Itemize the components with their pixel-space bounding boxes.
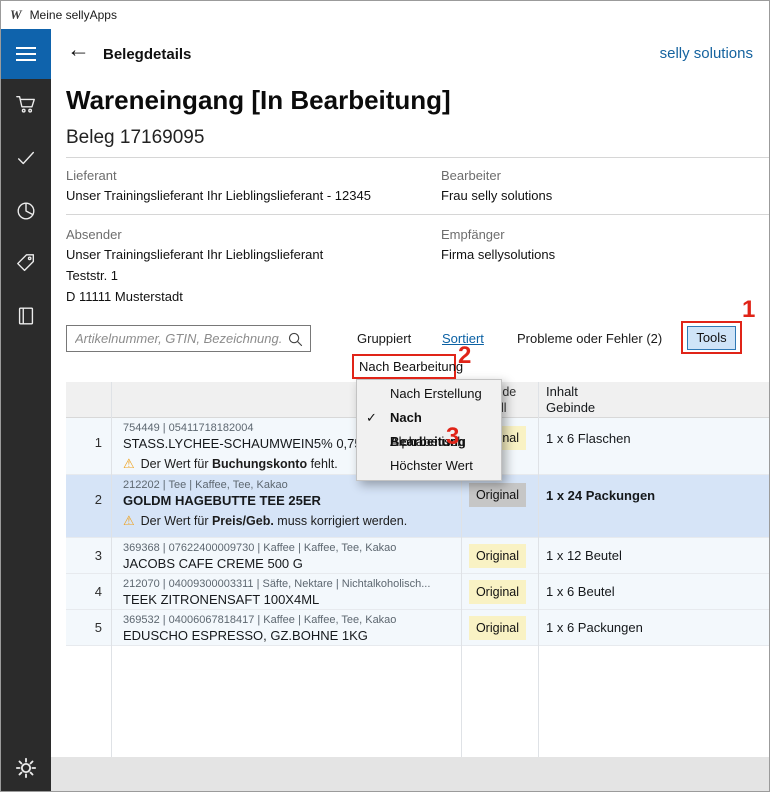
hamburger-menu-button[interactable] [1,29,51,79]
menu-item-alphabetisch[interactable]: Alphabetisch [357,430,501,454]
table-row-selected[interactable]: 2 212202 | Tee | Kaffee, Tee, Kakao GOLD… [66,475,770,538]
sidebar [1,29,51,792]
status-badge: Original [469,580,526,604]
article-cell: 212070 | 04009300003311 | Säfte, Nektare… [111,574,461,609]
pie-chart-icon [15,200,37,222]
sidebar-item-ledger[interactable] [1,297,51,335]
sidebar-item-cart[interactable] [1,85,51,123]
table-gridline [111,382,112,757]
title-bar: W Meine sellyApps [1,1,769,29]
article-name: GOLDM HAGEBUTTE TEE 25ER [123,492,461,509]
inhalt-value: 1 x 24 Packungen [538,475,770,537]
app-window: W Meine sellyApps [0,0,770,792]
back-button[interactable]: ← [67,38,90,61]
document-title: Wareneingang [In Bearbeitung] [66,85,451,116]
cart-icon [15,93,37,115]
brand-link[interactable]: selly solutions [660,45,753,62]
article-meta: 369532 | 04006067818417 | Kaffee | Kaffe… [123,614,461,627]
warning-icon: ⚠ [123,456,135,471]
article-name: TEEK ZITRONENSAFT 100X4ML [123,591,461,608]
annotation-box-2: Nach Bearbeitung [352,354,456,379]
bearbeiter-label: Bearbeiter [441,168,501,183]
annotation-number-3: 3 [446,425,459,449]
document-subtitle: Beleg 17169095 [66,127,204,149]
article-meta: 212070 | 04009300003311 | Säfte, Nektare… [123,578,461,591]
absender-line: Unser Trainingslieferant Ihr Lieblingsli… [66,247,323,262]
row-number: 5 [66,610,111,645]
table-row[interactable]: 5 369532 | 04006067818417 | Kaffee | Kaf… [66,610,770,646]
empfaenger-label: Empfänger [441,227,505,242]
menu-item-nach-bearbeitung[interactable]: ✓ Nach Bearbeitung [357,406,501,430]
book-icon [15,305,37,327]
absender-line: Teststr. 1 [66,268,118,283]
article-cell: 212202 | Tee | Kaffee, Tee, Kakao GOLDM … [111,475,461,537]
sidebar-item-settings[interactable] [1,749,51,787]
inhalt-value: 1 x 6 Packungen [538,610,770,645]
absender-label: Absender [66,227,122,242]
row-number: 1 [66,418,111,474]
sidebar-item-tags[interactable] [1,244,51,282]
bottom-bar [51,757,770,792]
inhalt-value: 1 x 6 Beutel [538,574,770,609]
check-icon [15,147,37,169]
annotation-number-1: 1 [742,298,755,322]
table-gridline [538,382,539,757]
row-number: 2 [66,475,111,537]
article-name: JACOBS CAFE CREME 500 G [123,555,461,572]
lieferant-label: Lieferant [66,168,117,183]
bearbeiter-value: Frau selly solutions [441,188,552,203]
empfaenger-value: Firma sellysolutions [441,247,555,262]
col-inhalt-gebinde: Inhalt Gebinde [538,382,770,417]
inhalt-value: 1 x 12 Beutel [538,538,770,573]
menu-item-hoechster-wert[interactable]: Höchster Wert [357,454,501,478]
sidebar-item-tasks[interactable] [1,139,51,177]
table-row[interactable]: 3 369368 | 07622400009730 | Kaffee | Kaf… [66,538,770,574]
warning-icon: ⚠ [123,513,135,528]
row-number: 4 [66,574,111,609]
absender-line: D 11111 Musterstadt [66,289,183,304]
status-badge: Original [469,483,526,507]
probleme-button[interactable]: Probleme oder Fehler (2) [517,331,662,346]
page-title: Belegdetails [103,46,191,63]
divider [66,157,770,158]
tag-icon [15,252,37,274]
gear-icon [15,757,37,779]
gruppiert-button[interactable]: Gruppiert [357,331,411,346]
hamburger-icon [16,47,36,49]
sort-mode-selector[interactable]: Nach Bearbeitung [359,359,463,374]
row-number: 3 [66,538,111,573]
status-badge: Original [469,544,526,568]
app-logo-icon: W [10,7,22,23]
divider [66,214,770,215]
tools-button[interactable]: Tools [687,326,736,350]
table-row[interactable]: 4 212070 | 04009300003311 | Säfte, Nekta… [66,574,770,610]
search-box [66,325,311,352]
article-name: EDUSCHO ESPRESSO, GZ.BOHNE 1KG [123,627,461,644]
lieferant-value: Unser Trainingslieferant Ihr Lieblingsli… [66,188,371,203]
menu-item-nach-erstellung[interactable]: Nach Erstellung [357,382,501,406]
article-cell: 369532 | 04006067818417 | Kaffee | Kaffe… [111,610,461,645]
col-number [66,382,111,417]
check-icon: ✓ [366,406,377,430]
inhalt-value: 1 x 6 Flaschen [538,418,770,474]
annotation-box-1: Tools [681,321,742,354]
warning-message: ⚠Der Wert für Preis/Geb. muss korrigiert… [123,513,461,529]
search-icon[interactable] [287,331,304,348]
article-cell: 369368 | 07622400009730 | Kaffee | Kaffe… [111,538,461,573]
sort-dropdown: Nach Erstellung ✓ Nach Bearbeitung Alpha… [356,379,502,481]
article-meta: 369368 | 07622400009730 | Kaffee | Kaffe… [123,542,461,555]
annotation-number-2: 2 [458,344,471,368]
status-badge: Original [469,616,526,640]
sidebar-item-statistics[interactable] [1,192,51,230]
app-title: Meine sellyApps [30,8,117,22]
search-input[interactable] [67,326,310,351]
